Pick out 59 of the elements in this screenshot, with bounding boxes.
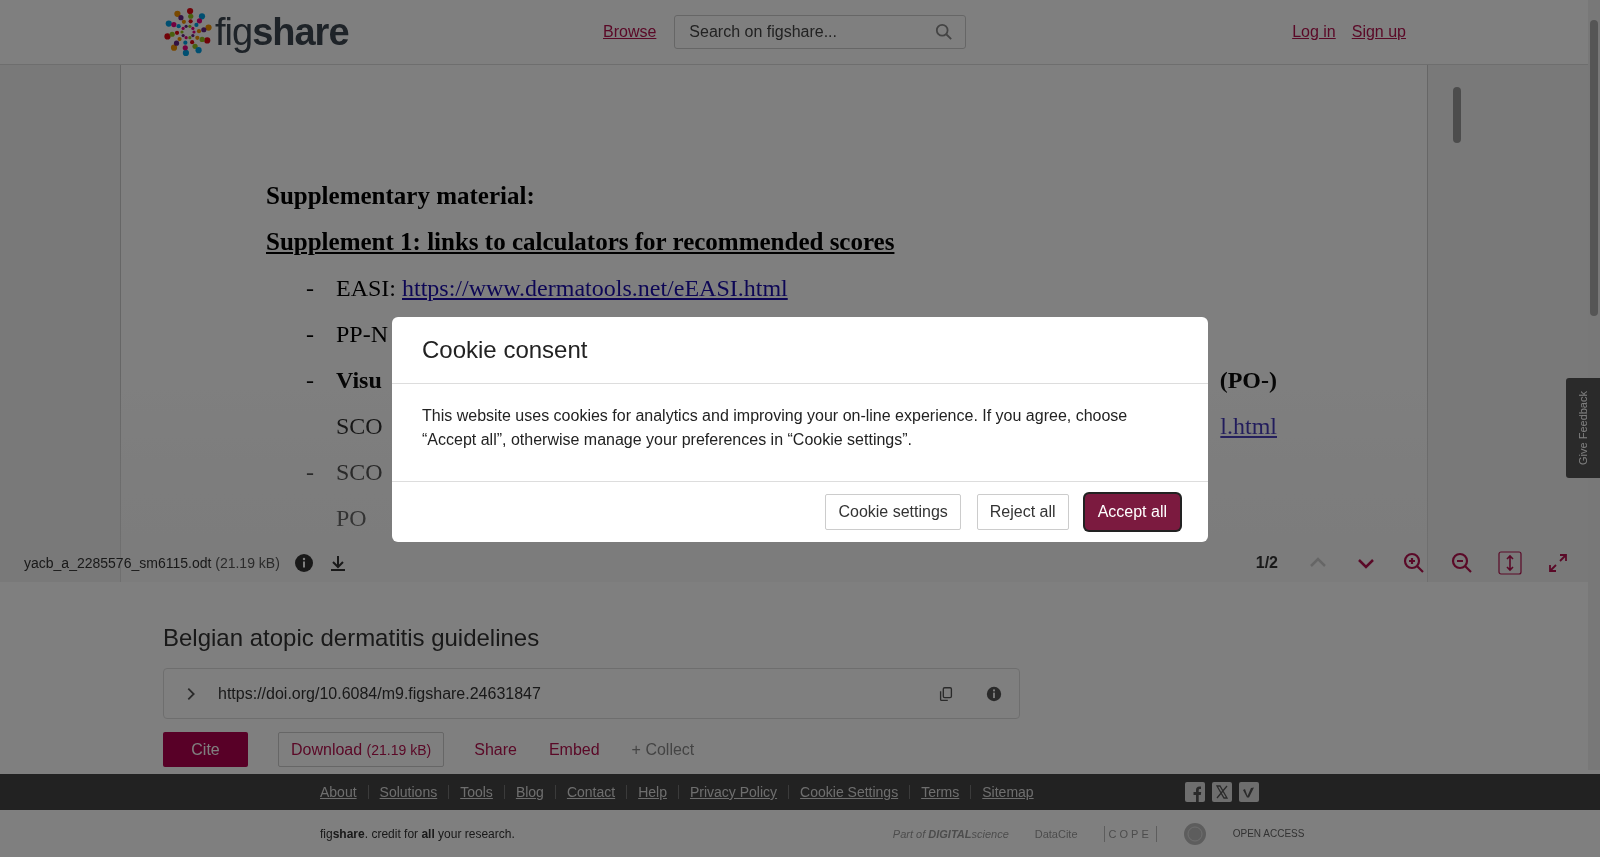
zoom-out-icon[interactable] bbox=[1450, 551, 1474, 575]
dialog-button[interactable]: Reject all bbox=[976, 494, 1069, 530]
search-field[interactable]: Search on figshare... bbox=[674, 15, 967, 49]
action-link[interactable]: Embed bbox=[536, 732, 612, 767]
dialog-message: This website uses cookies for analytics and improving your on-line experience. If you agree, choose “Accept all”, otherwise manage your preferences in “Cookie settings”. bbox=[422, 406, 1129, 450]
footer-link[interactable]: Cookie Settings bbox=[800, 784, 899, 800]
footer-link[interactable]: Blog bbox=[515, 784, 544, 800]
logo-icon bbox=[163, 7, 213, 57]
action-link[interactable]: + Collect bbox=[619, 732, 707, 767]
footer-link[interactable]: Terms bbox=[921, 784, 960, 800]
document-text: SCO bbox=[336, 412, 383, 441]
browse-link[interactable]: Browse bbox=[603, 23, 657, 41]
footer-link[interactable]: Solutions bbox=[379, 784, 438, 800]
action-link[interactable]: Share bbox=[462, 732, 529, 767]
page-counter: 1/2 bbox=[1255, 554, 1278, 572]
document-heading: Supplementary material: bbox=[266, 181, 535, 211]
facebook-icon[interactable] bbox=[1184, 782, 1205, 802]
dialog-button[interactable]: Accept all bbox=[1084, 494, 1180, 530]
dialog-title: Cookie consent bbox=[422, 336, 588, 364]
bullet-marker: - bbox=[305, 458, 315, 487]
footer-link[interactable]: About bbox=[320, 784, 357, 800]
footer-link[interactable]: Help bbox=[638, 784, 667, 800]
search-icon[interactable] bbox=[935, 23, 954, 41]
bullet-marker: - bbox=[305, 274, 315, 303]
cite-button[interactable]: Cite bbox=[163, 732, 248, 767]
x-icon[interactable] bbox=[1211, 782, 1232, 802]
footer-link[interactable]: Tools bbox=[460, 784, 493, 800]
auth-link[interactable]: Log in bbox=[1292, 23, 1336, 41]
footer-link[interactable]: Contact bbox=[566, 784, 616, 800]
document-link[interactable]: l.html bbox=[1220, 411, 1277, 441]
document-text: PO bbox=[336, 504, 367, 533]
bullet-marker: - bbox=[305, 320, 315, 349]
footer-tagline: figshare. credit for all your research. bbox=[320, 826, 515, 841]
vimeo-icon[interactable] bbox=[1238, 782, 1259, 802]
fit-height-icon[interactable] bbox=[1498, 551, 1522, 575]
download-button[interactable]: Download (21.19 kB) bbox=[278, 732, 445, 767]
document-text: SCO bbox=[336, 458, 383, 487]
footer-link[interactable]: Privacy Policy bbox=[689, 784, 778, 800]
partner-logo[interactable]: OPEN ACCESS bbox=[1232, 828, 1305, 839]
item-title: Belgian atopic dermatitis guidelines bbox=[163, 624, 541, 652]
document-text: EASI: bbox=[336, 274, 396, 303]
document-text: Visu bbox=[336, 366, 382, 395]
auth-link[interactable]: Sign up bbox=[1351, 23, 1406, 41]
info-icon[interactable] bbox=[985, 684, 1003, 703]
zoom-in-icon[interactable] bbox=[1402, 551, 1426, 575]
footer-link[interactable]: Sitemap bbox=[982, 784, 1034, 800]
file-name: yacb_a_2285576_sm6115.odt (21.19 kB) bbox=[24, 555, 280, 571]
doi-link[interactable]: https://doi.org/10.6084/m9.figshare.24631847 bbox=[218, 684, 541, 703]
feedback-tab[interactable]: Give Feedback bbox=[1566, 378, 1600, 478]
copy-icon[interactable] bbox=[937, 684, 955, 703]
document-link[interactable]: https://www.dermatools.net/eEASI.html bbox=[402, 273, 788, 303]
bullet-marker: - bbox=[305, 366, 315, 395]
document-text: PP-N bbox=[336, 320, 389, 349]
figshare-logo[interactable]: figshare bbox=[163, 7, 603, 57]
fullscreen-icon[interactable] bbox=[1546, 551, 1570, 575]
document-heading: Supplement 1: links to calculators for recommended scores bbox=[266, 227, 895, 257]
info-icon[interactable] bbox=[293, 553, 314, 573]
document-text: (PO-) bbox=[1219, 366, 1277, 395]
dialog-button[interactable]: Cookie settings bbox=[825, 494, 961, 530]
